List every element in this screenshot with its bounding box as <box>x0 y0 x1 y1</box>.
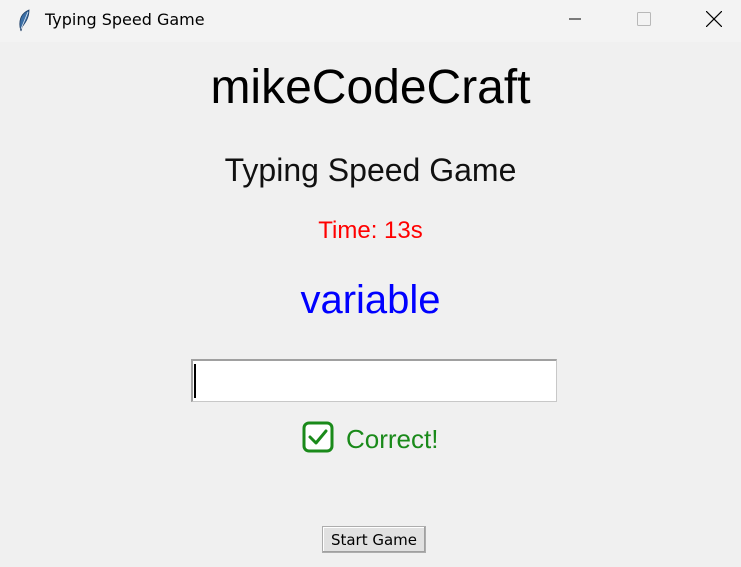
game-title: Typing Speed Game <box>224 152 517 188</box>
close-icon <box>705 10 723 32</box>
start-game-button[interactable]: Start Game <box>322 526 426 553</box>
window-title: Typing Speed Game <box>45 10 205 29</box>
feather-icon <box>14 9 34 33</box>
app-heading: mikeCodeCraft <box>210 61 531 114</box>
app-window: Typing Speed Game mikeCodeCraft Typing S… <box>0 0 741 567</box>
close-button[interactable] <box>691 0 737 42</box>
feedback-text: Correct! <box>346 424 439 454</box>
maximize-icon <box>637 11 651 31</box>
minimize-icon <box>569 12 581 30</box>
check-box-icon <box>302 421 334 458</box>
timer-label: Time: 13s <box>318 217 423 244</box>
typing-input[interactable] <box>191 359 557 402</box>
feedback-message: Correct! <box>302 421 439 458</box>
title-bar: Typing Speed Game <box>0 0 741 42</box>
current-word: variable <box>300 278 441 322</box>
maximize-button[interactable] <box>621 0 667 42</box>
text-caret <box>194 364 196 398</box>
minimize-button[interactable] <box>552 0 598 42</box>
